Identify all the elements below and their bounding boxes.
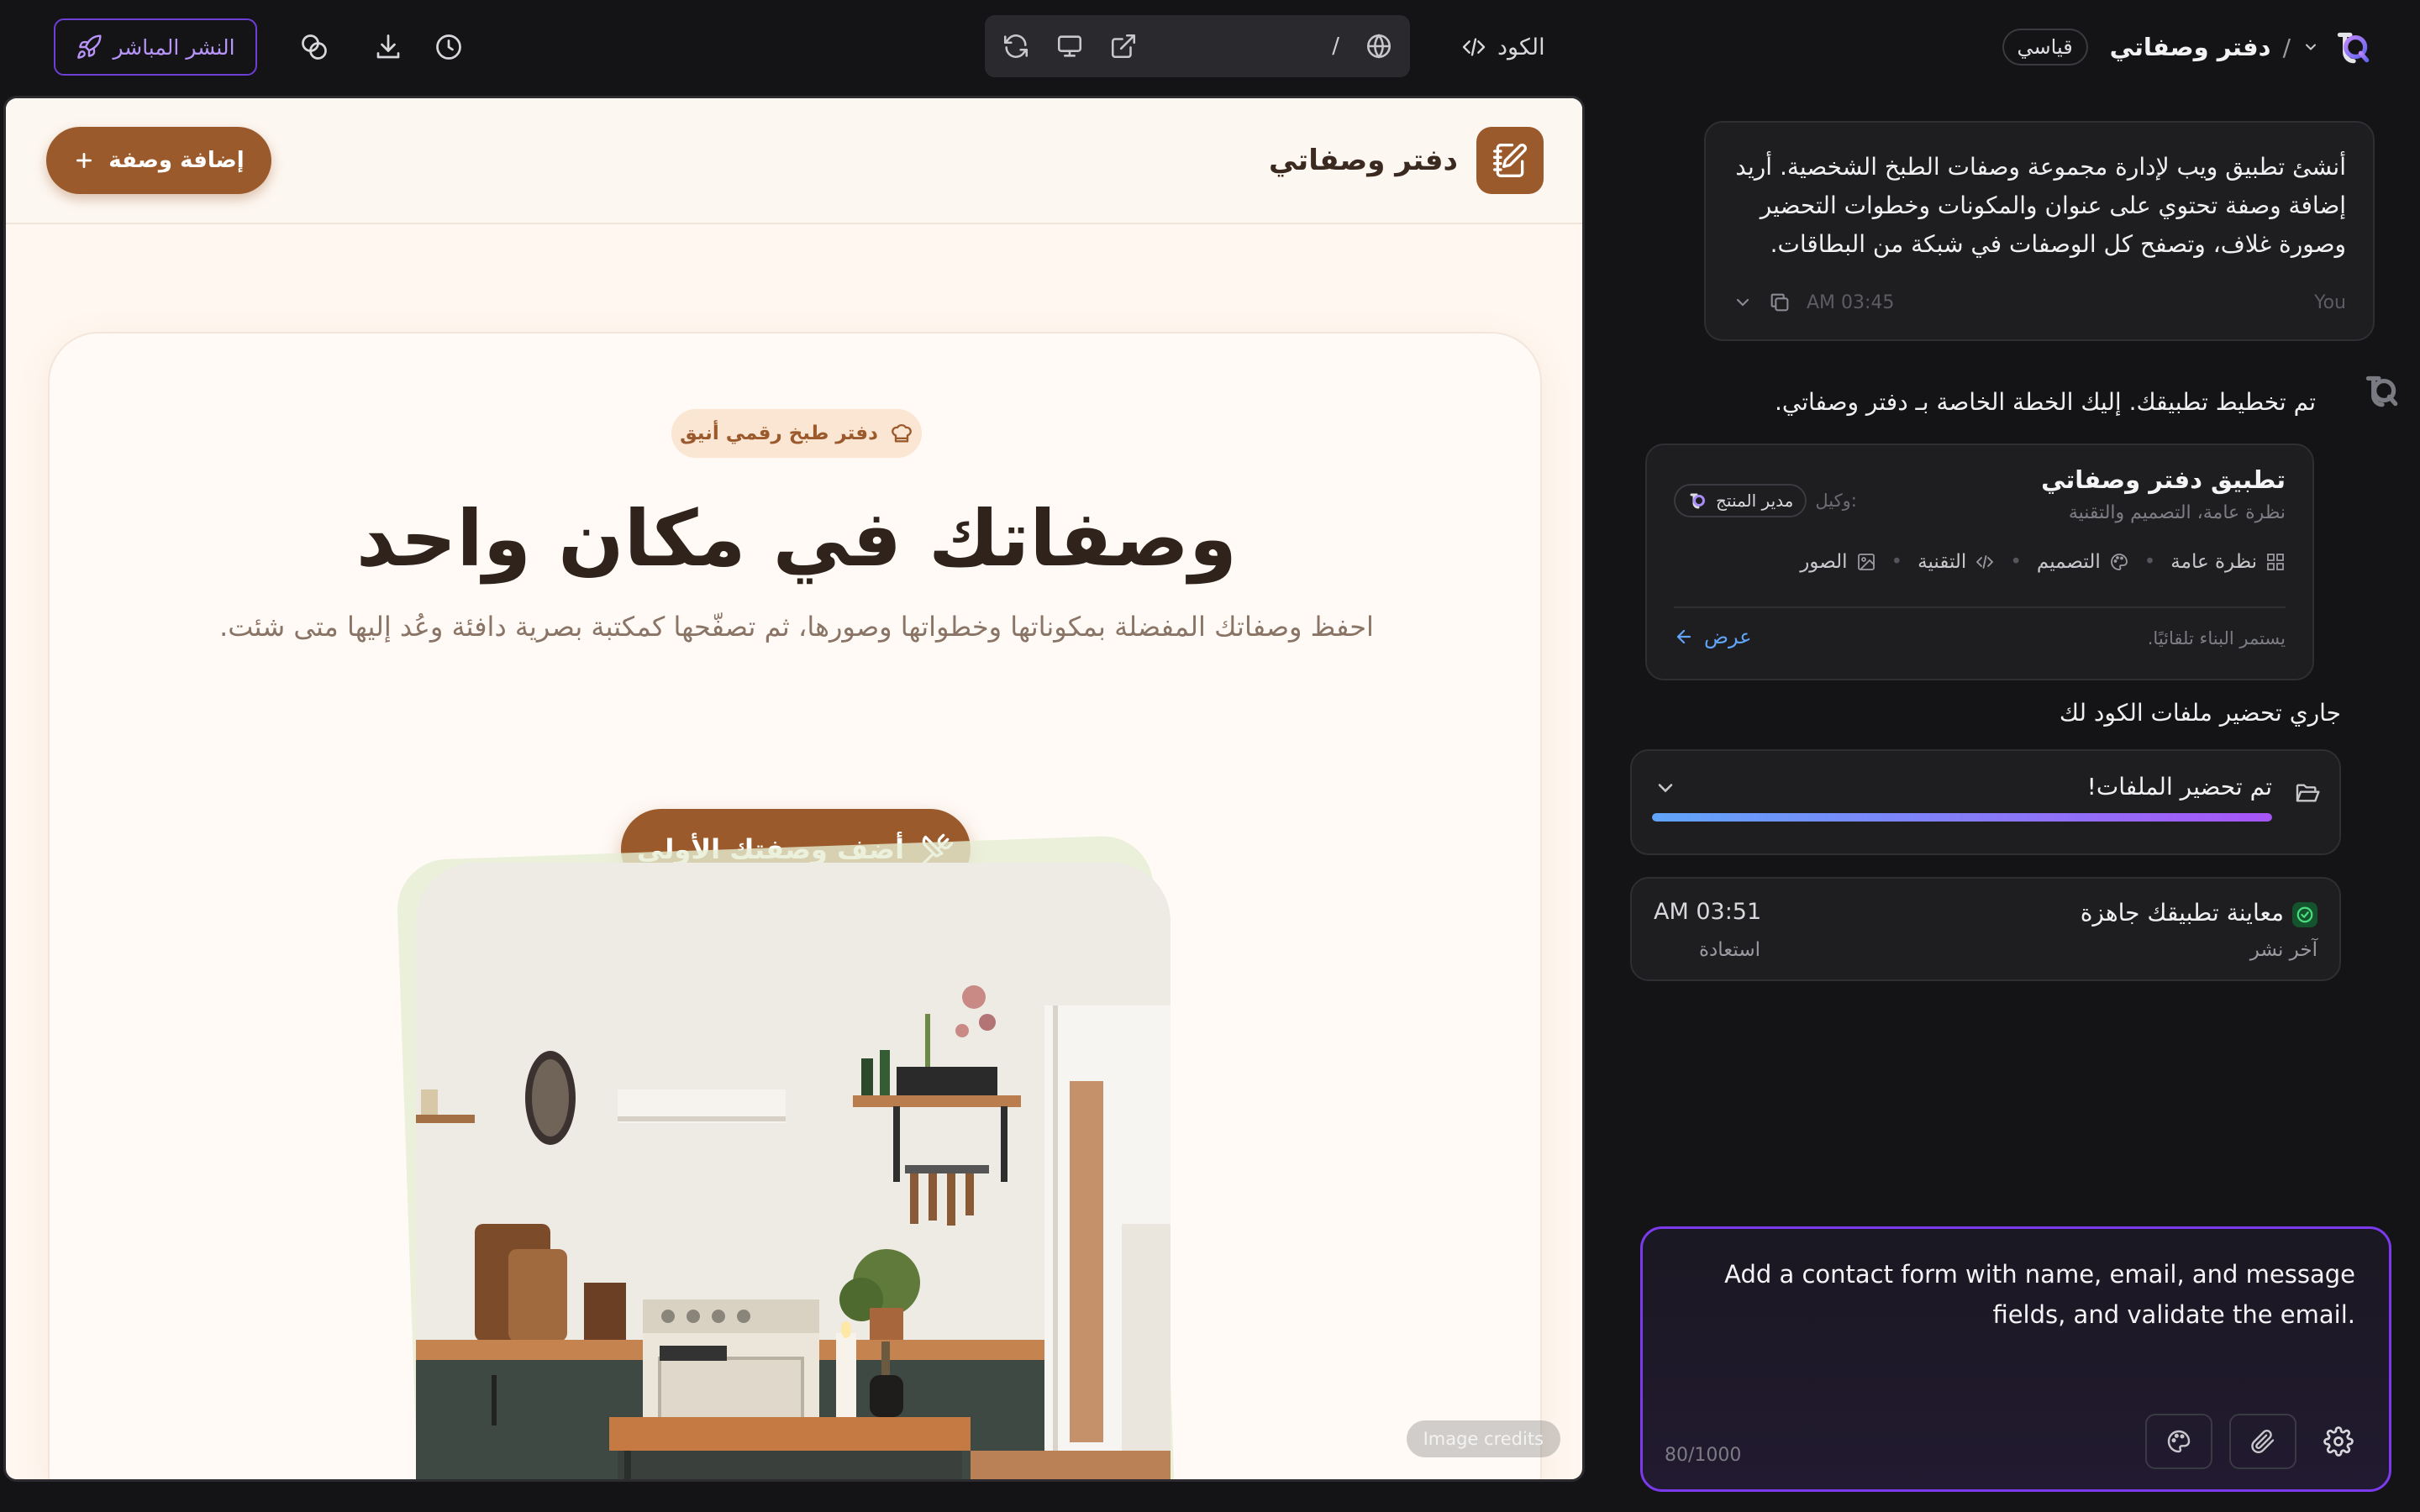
plan-intro-text: تم تخطيط تطبيقك. إليك الخطة الخاصة بـ دف… xyxy=(1774,388,2316,416)
image-credits-button[interactable]: Image credits xyxy=(1406,1420,1560,1457)
palette-icon xyxy=(2165,1428,2192,1455)
user-message-time: AM 03:45 xyxy=(1807,291,1895,313)
hero-badge: دفتر طبخ رقمي أنيق xyxy=(671,409,922,458)
url-path[interactable]: / xyxy=(1332,34,1339,59)
ready-title: معاينة تطبيقك جاهزة xyxy=(2080,899,2284,927)
user-message-card: أنشئ تطبيق ويب لإدارة مجموعة وصفات الطبخ… xyxy=(1704,121,2375,341)
ready-time: AM 03:51 xyxy=(1654,899,1762,925)
chef-hat-icon xyxy=(890,422,913,445)
kitchen-photo xyxy=(416,863,1171,1479)
download-icon xyxy=(373,32,403,62)
code-label: الكود xyxy=(1497,34,1545,60)
clock-icon xyxy=(434,32,464,62)
code-toggle[interactable]: الكود xyxy=(1460,24,1545,71)
site-brand-name: دفتر وصفاتي xyxy=(1269,144,1458,177)
copy-icon[interactable] xyxy=(1768,291,1791,314)
expand-chevron-icon[interactable] xyxy=(1733,292,1753,312)
settings-button[interactable] xyxy=(2313,1414,2364,1469)
slash-separator: / xyxy=(2282,33,2291,61)
agent-logo-icon xyxy=(1687,491,1707,511)
theme-button[interactable] xyxy=(2145,1414,2212,1469)
user-message-author: You xyxy=(2314,291,2346,313)
rocket-icon xyxy=(76,34,103,60)
mode-badge[interactable]: قياسي xyxy=(2002,29,2088,66)
integrations-button[interactable] xyxy=(289,22,339,72)
preview-ready-card: معاينة تطبيقك جاهزة آخر نشر AM 03:51 است… xyxy=(1630,877,2341,981)
last-publish-label: آخر نشر xyxy=(2249,939,2317,961)
arrow-left-icon xyxy=(1674,627,1694,647)
user-message-meta: AM 03:45 You xyxy=(1733,286,2346,319)
plus-icon xyxy=(73,150,95,171)
chat-input-text[interactable]: Add a contact form with name, email, and… xyxy=(1676,1254,2355,1335)
desktop-view-icon[interactable] xyxy=(1055,32,1084,60)
image-icon xyxy=(1856,552,1876,572)
refresh-icon[interactable] xyxy=(1002,32,1030,60)
plan-tabs: نظرة عامة • التصميم • التقنية • الصور xyxy=(1800,551,2286,573)
site-header: إضافة وصفة دفتر وصفاتي xyxy=(6,98,1582,224)
agent-badge: مدير المنتج xyxy=(1674,484,1807,517)
globe-icon xyxy=(1365,32,1393,60)
files-heading: جاري تحضير ملفات الكود لك xyxy=(2059,699,2341,727)
app-preview: إضافة وصفة دفتر وصفاتي دفتر طبخ رقمي أني… xyxy=(3,96,1585,1482)
top-bar: النشر المباشر / الكود قياسي دفتر وصفاتي … xyxy=(0,0,2420,92)
attach-button[interactable] xyxy=(2229,1414,2296,1469)
project-header: قياسي دفتر وصفاتي / xyxy=(2002,22,2373,72)
url-bar: / xyxy=(985,15,1410,77)
char-counter: 80/1000 xyxy=(1665,1445,1742,1466)
plan-tab-images[interactable]: الصور xyxy=(1800,551,1876,573)
agent-name: مدير المنتج xyxy=(1716,491,1794,511)
project-name[interactable]: دفتر وصفاتي xyxy=(2110,33,2271,61)
restore-button[interactable]: استعادة xyxy=(1699,939,1760,961)
publish-label: النشر المباشر xyxy=(113,34,235,60)
external-link-icon[interactable] xyxy=(1109,32,1138,60)
gear-icon xyxy=(2323,1426,2354,1457)
plan-agent: مدير المنتج وكيل: xyxy=(1674,484,1857,517)
agent-label: وكيل: xyxy=(1815,491,1857,511)
plan-footer-text: يستمر البناء تلقائيًا. xyxy=(2147,628,2286,648)
files-status: تم تحضير الملفات! xyxy=(2086,773,2272,801)
add-recipe-label: إضافة وصفة xyxy=(108,148,245,173)
files-progress-fill xyxy=(1652,813,2272,822)
history-button[interactable] xyxy=(424,22,474,72)
plan-tab-design[interactable]: التصميم xyxy=(2037,551,2129,573)
files-card[interactable]: تم تحضير الملفات! xyxy=(1630,749,2341,855)
code-icon xyxy=(1460,34,1487,60)
check-circle-icon xyxy=(2292,902,2317,927)
link-circles-icon xyxy=(299,32,329,62)
publish-button[interactable]: النشر المباشر xyxy=(54,18,257,76)
plan-subtitle: نظرة عامة، التصميم والتقنية xyxy=(2068,502,2286,523)
hero-title: وصفاتك في مكان واحد xyxy=(355,494,1238,584)
plan-view-button[interactable]: عرض xyxy=(1674,625,1752,648)
site-brand[interactable]: دفتر وصفاتي xyxy=(1269,127,1544,194)
notebook-pen-icon xyxy=(1476,127,1544,194)
chevron-down-icon[interactable] xyxy=(2302,39,2319,55)
input-actions xyxy=(2145,1414,2364,1469)
download-button[interactable] xyxy=(363,22,413,72)
chat-input-box[interactable]: Add a contact form with name, email, and… xyxy=(1640,1226,2391,1492)
assistant-avatar-icon xyxy=(2360,370,2402,412)
plan-tab-tech[interactable]: التقنية xyxy=(1918,551,1995,573)
hero-subtitle: احفظ وصفاتك المفضلة بمكوناتها وخطواتها و… xyxy=(219,611,1374,643)
plan-title: تطبيق دفتر وصفاتي xyxy=(2041,465,2286,494)
app-logo-icon[interactable] xyxy=(2331,26,2373,68)
code-small-icon xyxy=(1975,552,1995,572)
palette-icon xyxy=(2109,552,2129,572)
grid-icon xyxy=(2265,552,2286,572)
collapse-chevron-icon[interactable] xyxy=(1654,776,1677,800)
add-recipe-button[interactable]: إضافة وصفة xyxy=(46,127,271,194)
paperclip-icon xyxy=(2249,1428,2276,1455)
hero-card: دفتر طبخ رقمي أنيق وصفاتك في مكان واحد ا… xyxy=(48,332,1542,1479)
plan-divider xyxy=(1674,606,2286,608)
plan-tab-overview[interactable]: نظرة عامة xyxy=(2170,551,2286,573)
files-progress-track xyxy=(1652,813,2272,822)
folder-open-icon xyxy=(2294,780,2321,806)
user-message-text: أنشئ تطبيق ويب لإدارة مجموعة وصفات الطبخ… xyxy=(1735,153,2346,258)
plan-card[interactable]: تطبيق دفتر وصفاتي نظرة عامة، التصميم وال… xyxy=(1645,444,2314,680)
